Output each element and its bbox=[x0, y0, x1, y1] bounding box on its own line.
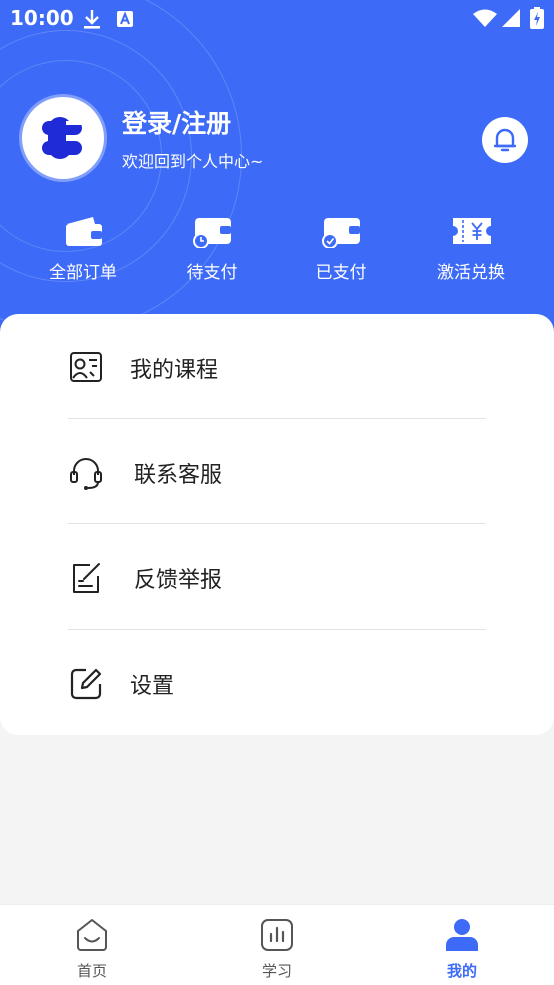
wifi-icon bbox=[473, 9, 497, 27]
wallet-check-icon bbox=[322, 218, 360, 248]
bottom-tab-bar: 首页 学习 我的 bbox=[0, 904, 554, 985]
tab-label: 我的 bbox=[446, 962, 477, 980]
ticket-yen-icon bbox=[453, 218, 491, 244]
menu-item-label: 联系客服 bbox=[134, 463, 223, 488]
battery-icon bbox=[530, 7, 544, 29]
notification-button[interactable] bbox=[482, 117, 528, 163]
course-icon bbox=[70, 352, 102, 382]
menu-item-customer-service[interactable]: 联系客服 bbox=[68, 419, 486, 524]
order-paid-label: 已支付 bbox=[315, 263, 367, 283]
menu-item-label: 反馈举报 bbox=[134, 568, 223, 593]
feedback-icon bbox=[73, 563, 100, 593]
keyboard-a-icon bbox=[117, 11, 133, 27]
tab-label: 学习 bbox=[261, 962, 292, 980]
bell-icon bbox=[493, 128, 517, 152]
menu-item-feedback[interactable]: 反馈举报 bbox=[68, 524, 486, 629]
welcome-text: 欢迎回到个人中心~ bbox=[122, 152, 264, 171]
order-pending-button[interactable]: 待支付 bbox=[157, 210, 267, 290]
menu-item-label: 我的课程 bbox=[130, 358, 219, 383]
menu-item-settings[interactable]: 设置 bbox=[68, 630, 486, 735]
tab-label: 首页 bbox=[76, 962, 107, 980]
menu-item-label: 设置 bbox=[130, 674, 175, 699]
profile-header: 10:00 登录/注册 欢迎回到个人中心~ 全部订单 待支付 已支付 激活兑换 bbox=[0, 0, 554, 340]
user-icon bbox=[446, 919, 478, 951]
avatar[interactable] bbox=[22, 97, 104, 179]
menu-item-my-courses[interactable]: 我的课程 bbox=[68, 314, 486, 419]
order-pending-label: 待支付 bbox=[186, 263, 238, 283]
status-bar: 10:00 bbox=[0, 0, 554, 38]
tab-mine[interactable]: 我的 bbox=[402, 905, 522, 985]
edit-settings-icon bbox=[70, 668, 102, 700]
order-paid-button[interactable]: 已支付 bbox=[286, 210, 396, 290]
signal-icon bbox=[502, 9, 520, 27]
status-time: 10:00 bbox=[10, 6, 74, 30]
order-shortcuts: 全部订单 待支付 已支付 激活兑换 bbox=[0, 210, 554, 290]
login-register-link[interactable]: 登录/注册 bbox=[122, 104, 231, 140]
download-icon bbox=[84, 10, 100, 29]
headset-icon bbox=[70, 458, 102, 490]
wallet-clock-icon bbox=[193, 218, 231, 248]
tab-study[interactable]: 学习 bbox=[217, 905, 337, 985]
app-logo-icon bbox=[42, 117, 84, 159]
tab-home[interactable]: 首页 bbox=[32, 905, 152, 985]
order-all-button[interactable]: 全部订单 bbox=[28, 210, 138, 290]
activate-redeem-button[interactable]: 激活兑换 bbox=[416, 210, 526, 290]
order-all-label: 全部订单 bbox=[49, 263, 117, 283]
menu-card: 我的课程 联系客服 反馈举报 设置 bbox=[0, 314, 554, 735]
study-chart-icon bbox=[261, 919, 293, 951]
activate-redeem-label: 激活兑换 bbox=[437, 263, 505, 283]
wallet-icon bbox=[66, 217, 102, 246]
home-icon bbox=[77, 919, 107, 951]
